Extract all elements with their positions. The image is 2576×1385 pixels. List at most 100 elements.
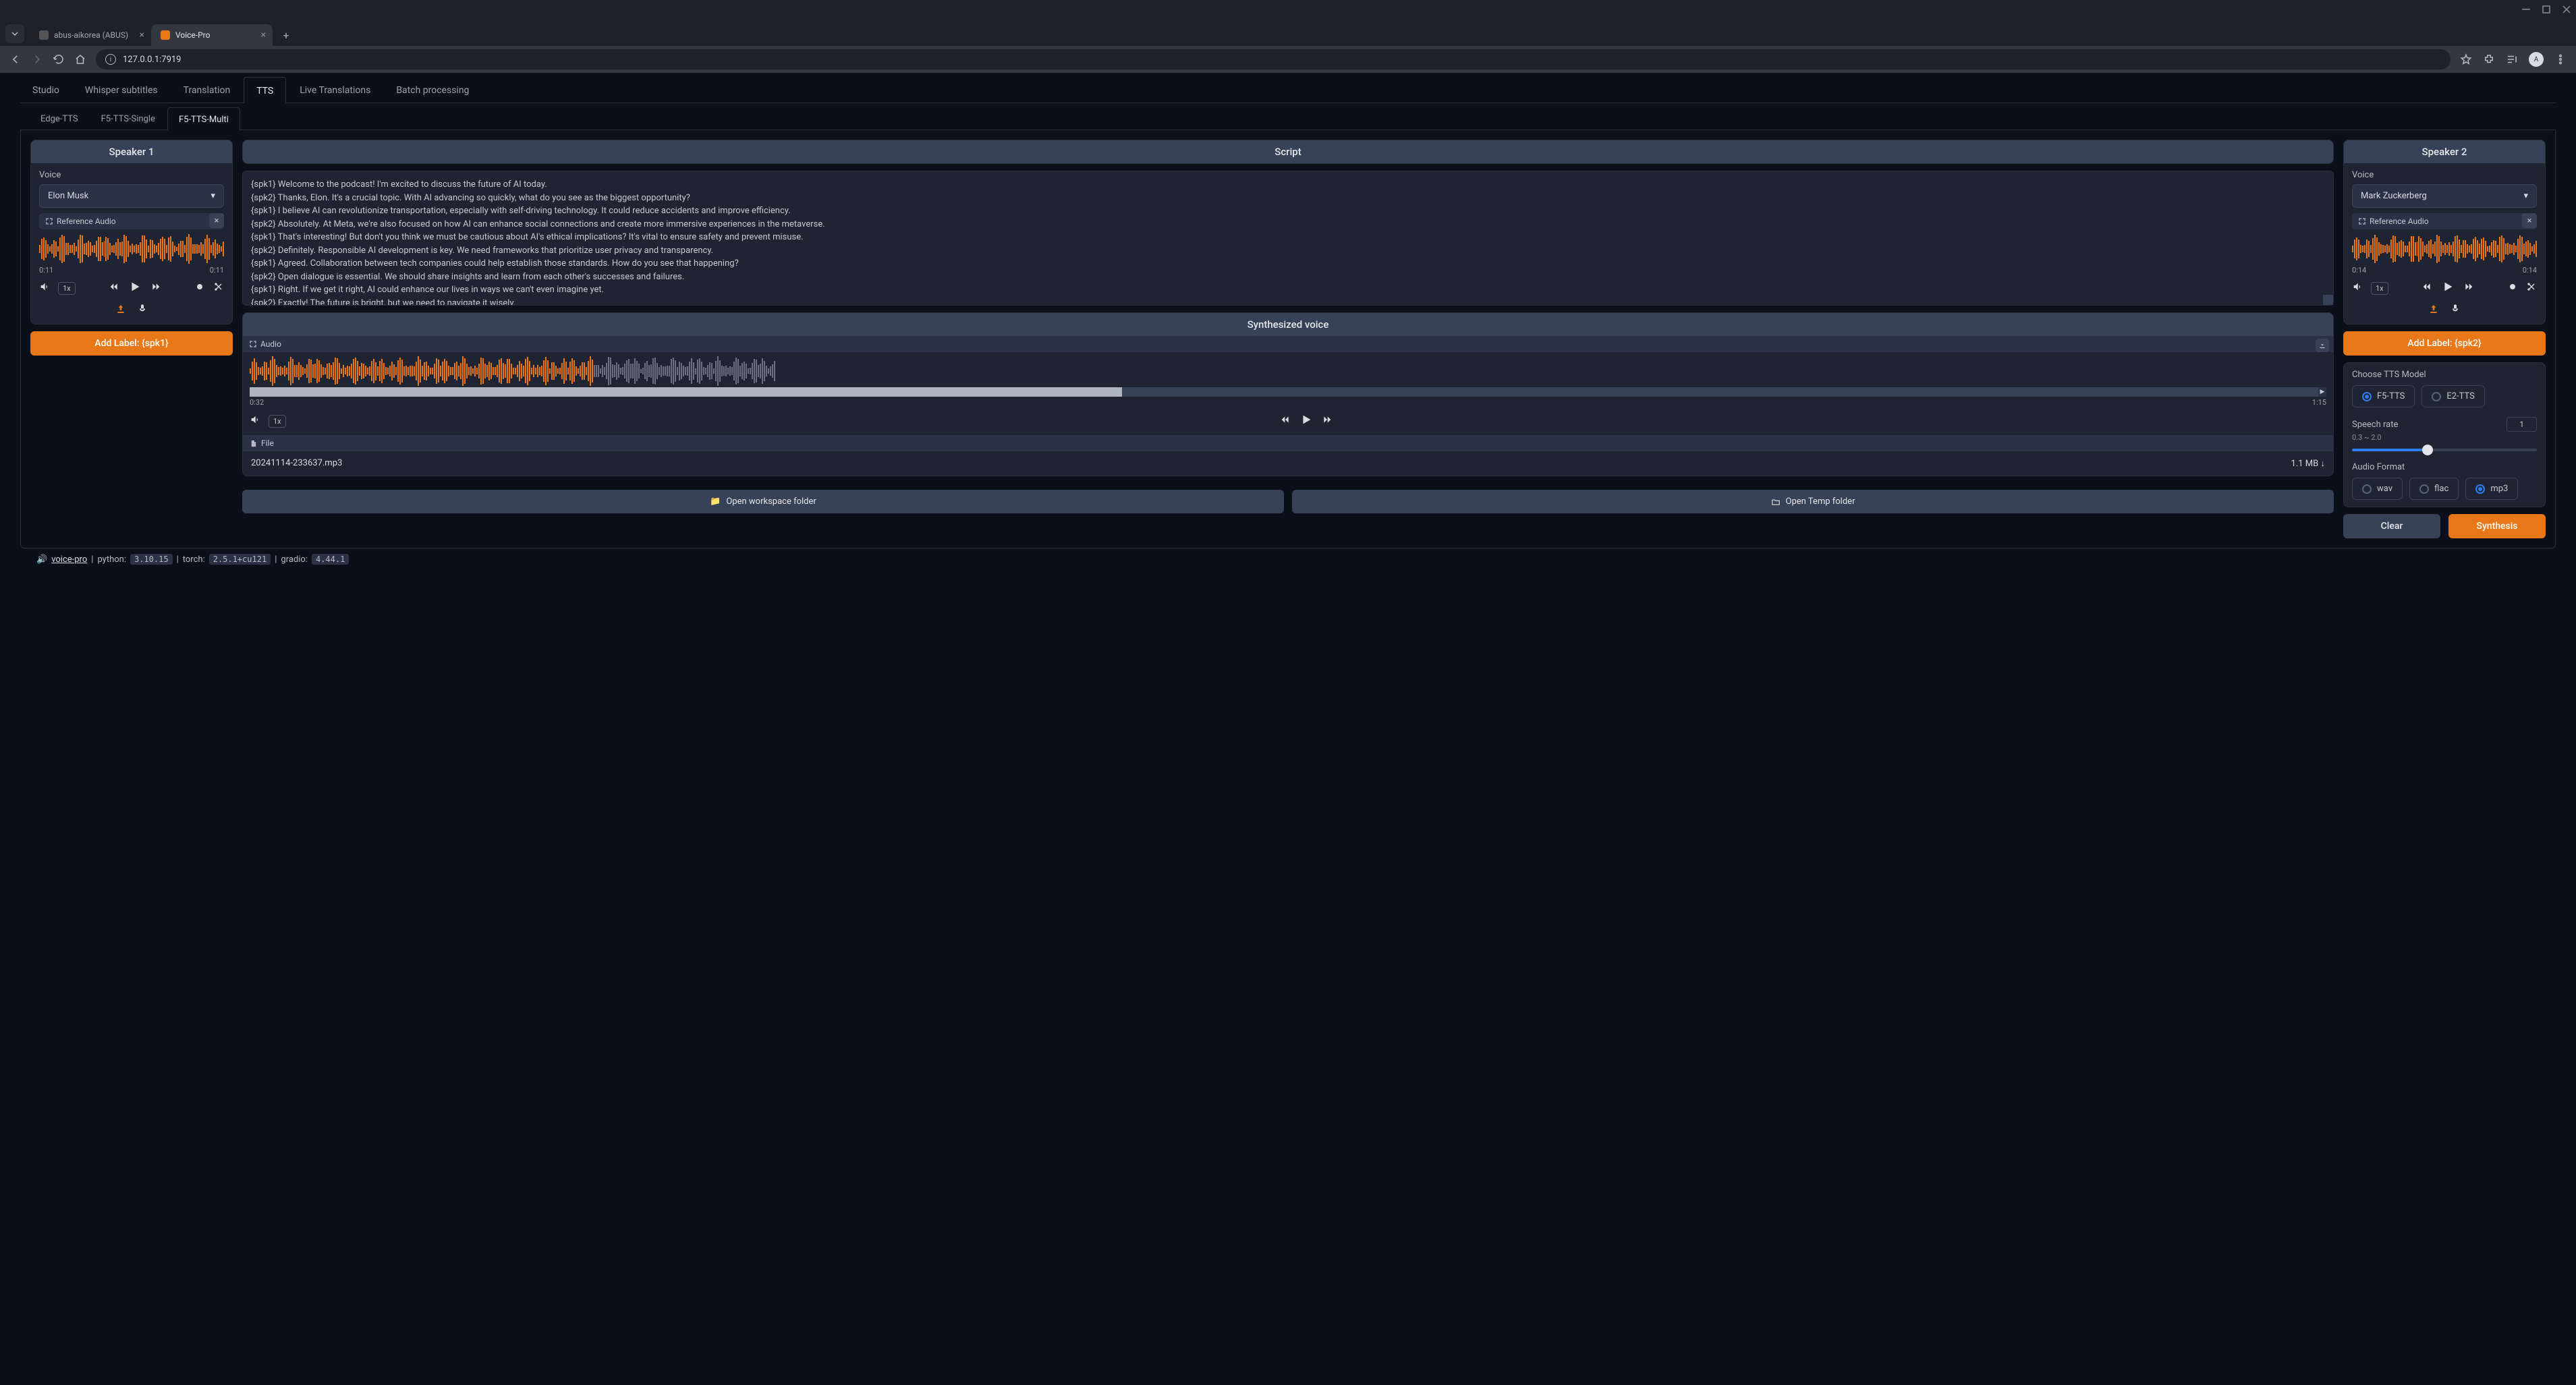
rewind-icon[interactable] xyxy=(1280,414,1291,428)
play-icon[interactable] xyxy=(2440,279,2455,297)
model-label: Choose TTS Model xyxy=(2352,370,2537,380)
rate-range: 0.3 ~ 2.0 xyxy=(2352,433,2537,442)
open-temp-button[interactable]: Open Temp folder xyxy=(1292,490,2334,513)
time-current: 0:32 xyxy=(250,398,264,407)
trim-icon[interactable] xyxy=(213,281,224,295)
mic-icon[interactable] xyxy=(137,304,148,317)
voice-label: Voice xyxy=(39,170,224,180)
volume-icon[interactable] xyxy=(39,281,50,295)
synthesis-button[interactable]: Synthesis xyxy=(2448,514,2546,538)
script-title: Script xyxy=(243,140,2333,163)
python-version: 3.10.15 xyxy=(130,554,173,565)
forward-icon[interactable] xyxy=(150,281,161,295)
folder-icon: 📁 xyxy=(710,497,721,507)
voice-label: Voice xyxy=(2352,170,2537,180)
time-total: 1:15 xyxy=(2312,398,2326,407)
synth-waveform[interactable] xyxy=(250,355,2326,387)
forward-icon[interactable] xyxy=(31,53,43,65)
speaker1-voice-select[interactable]: Elon Musk ▾ xyxy=(39,184,224,208)
progress-bar[interactable]: ◀ ▶ xyxy=(250,387,2326,397)
rate-label: Speech rate xyxy=(2352,420,2398,430)
star-icon[interactable] xyxy=(2460,53,2472,65)
subtab-edge[interactable]: Edge-TTS xyxy=(30,107,89,130)
extensions-icon[interactable] xyxy=(2483,53,2495,65)
open-workspace-button[interactable]: 📁Open workspace folder xyxy=(242,490,1284,513)
rate-button[interactable]: 1x xyxy=(269,415,286,428)
reference-audio-label: Reference Audio xyxy=(2370,217,2429,226)
reload-icon[interactable] xyxy=(53,53,65,65)
subtab-f5single[interactable]: F5-TTS-Single xyxy=(90,107,166,130)
mic-icon[interactable] xyxy=(2450,304,2461,317)
tab-dropdown[interactable] xyxy=(5,24,24,43)
add-label-spk1-button[interactable]: Add Label: {spk1} xyxy=(30,331,233,356)
reading-list-icon[interactable] xyxy=(2506,53,2518,65)
menu-icon[interactable] xyxy=(2554,53,2567,65)
speaker2-waveform[interactable]: 0:140:14 xyxy=(2352,233,2537,274)
clear-button[interactable]: Clear xyxy=(2343,514,2440,538)
add-label-spk2-button[interactable]: Add Label: {spk2} xyxy=(2343,331,2546,356)
rewind-icon[interactable] xyxy=(2421,281,2432,295)
subtab-f5multi[interactable]: F5-TTS-Multi xyxy=(167,107,240,130)
radio-wav[interactable]: wav xyxy=(2352,478,2403,500)
chevron-down-icon: ▾ xyxy=(211,191,215,201)
reference-audio-header: Reference Audio × xyxy=(2352,213,2537,229)
maximize-icon[interactable] xyxy=(2542,5,2550,16)
select-value: Elon Musk xyxy=(48,191,88,201)
expand-icon[interactable] xyxy=(2359,218,2365,225)
browser-tab-inactive[interactable]: abus-aikorea (ABUS) × xyxy=(30,24,151,46)
radio-e2tts[interactable]: E2-TTS xyxy=(2421,385,2485,407)
upload-icon[interactable] xyxy=(115,304,126,317)
script-textarea[interactable] xyxy=(242,171,2334,306)
close-icon[interactable]: × xyxy=(261,30,266,40)
gradio-version: 4.44.1 xyxy=(312,554,349,565)
synth-title: Synthesized voice xyxy=(243,313,2333,336)
tab-batch[interactable]: Batch processing xyxy=(384,77,481,103)
expand-icon[interactable] xyxy=(46,218,53,225)
speaker2-voice-select[interactable]: Mark Zuckerberg ▾ xyxy=(2352,184,2537,208)
close-icon[interactable] xyxy=(2563,5,2571,16)
filesize: 1.1 MB ↓ xyxy=(2291,458,2325,469)
tab-translation[interactable]: Translation xyxy=(171,77,243,103)
trim-icon[interactable] xyxy=(2526,281,2537,295)
home-icon[interactable] xyxy=(74,53,86,65)
expand-icon[interactable] xyxy=(250,341,256,347)
upload-icon[interactable] xyxy=(2428,304,2439,317)
record-icon[interactable] xyxy=(2507,281,2518,295)
close-icon[interactable]: × xyxy=(209,213,224,228)
url-text: 127.0.0.1:7919 xyxy=(123,55,181,65)
speaker1-waveform[interactable]: 0:110:11 xyxy=(39,233,224,274)
rewind-icon[interactable] xyxy=(109,281,119,295)
profile-avatar[interactable]: A xyxy=(2529,52,2544,67)
site-info-icon[interactable]: i xyxy=(105,54,116,65)
footer: 🔊 voice-pro | python: 3.10.15 | torch: 2… xyxy=(20,548,2556,570)
forward-icon[interactable] xyxy=(1322,414,1333,428)
file-row[interactable]: 20241114-233637.mp3 1.1 MB ↓ xyxy=(243,451,2333,476)
back-icon[interactable] xyxy=(9,53,22,65)
download-icon[interactable] xyxy=(2316,339,2329,352)
tab-live[interactable]: Live Translations xyxy=(287,77,383,103)
close-icon[interactable]: × xyxy=(2522,213,2537,228)
record-icon[interactable] xyxy=(194,281,205,295)
scroll-right-icon[interactable]: ▶ xyxy=(2318,387,2326,397)
rate-slider[interactable] xyxy=(2352,449,2537,451)
volume-icon[interactable] xyxy=(2352,281,2363,295)
close-icon[interactable]: × xyxy=(140,30,144,40)
app-link[interactable]: voice-pro xyxy=(51,555,87,565)
radio-mp3[interactable]: mp3 xyxy=(2465,478,2518,500)
rate-button[interactable]: 1x xyxy=(2371,282,2388,295)
minimize-icon[interactable] xyxy=(2522,5,2530,16)
forward-icon[interactable] xyxy=(2463,281,2474,295)
rate-button[interactable]: 1x xyxy=(58,282,76,295)
radio-flac[interactable]: flac xyxy=(2409,478,2459,500)
new-tab-button[interactable]: + xyxy=(277,29,296,46)
play-icon[interactable] xyxy=(1299,412,1314,430)
tab-whisper[interactable]: Whisper subtitles xyxy=(73,77,170,103)
play-icon[interactable] xyxy=(128,279,142,297)
tab-tts[interactable]: TTS xyxy=(244,77,286,103)
tab-studio[interactable]: Studio xyxy=(20,77,72,103)
rate-value[interactable]: 1 xyxy=(2507,417,2537,432)
volume-icon[interactable] xyxy=(250,414,260,428)
address-bar[interactable]: i 127.0.0.1:7919 xyxy=(96,49,2451,69)
browser-tab-active[interactable]: Voice-Pro × xyxy=(151,24,273,46)
radio-f5tts[interactable]: F5-TTS xyxy=(2352,385,2415,407)
